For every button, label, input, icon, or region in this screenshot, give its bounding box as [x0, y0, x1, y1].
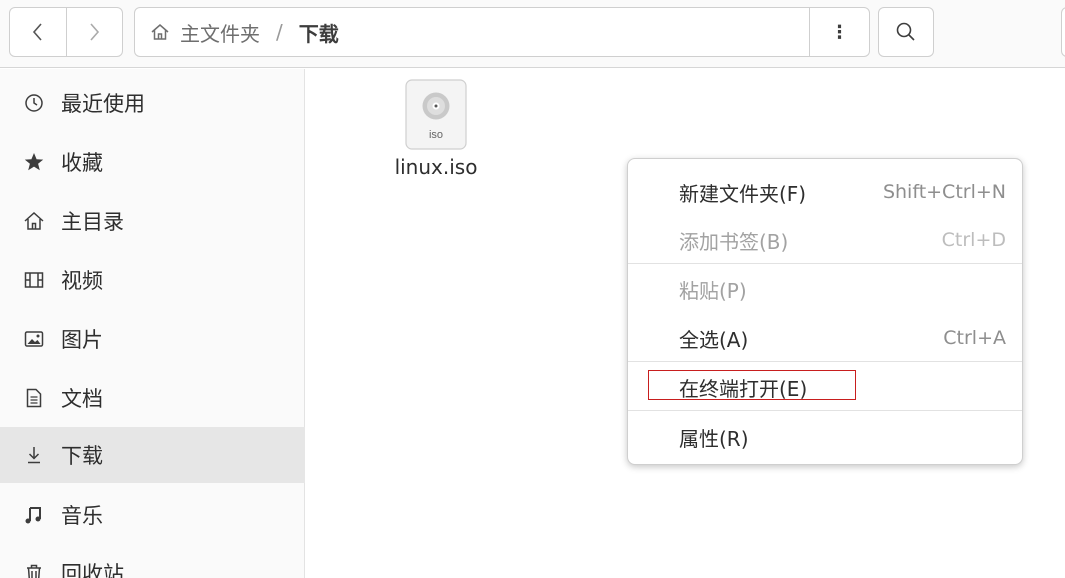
menu-item-label: 粘贴(P): [679, 278, 747, 303]
header-bar: 主文件夹 / 下载 ⋮: [0, 0, 1065, 68]
sidebar-item-label: 主目录: [61, 210, 124, 234]
sidebar-item-trash[interactable]: 回收站: [0, 545, 305, 578]
menu-item-add-bookmark[interactable]: 添加书签(B) Ctrl+D: [628, 218, 1022, 262]
sidebar-item-label: 下载: [61, 444, 103, 468]
clock-icon: [21, 90, 47, 116]
menu-item-label: 属性(R): [679, 426, 749, 451]
sidebar-item-label: 视频: [61, 269, 103, 293]
path-menu-button[interactable]: ⋮: [809, 8, 869, 56]
search-button[interactable]: [878, 7, 934, 57]
star-icon: [21, 149, 47, 175]
sidebar-item-recent[interactable]: 最近使用: [0, 75, 305, 131]
menu-item-select-all[interactable]: 全选(A) Ctrl+A: [628, 316, 1022, 360]
menu-item-new-folder[interactable]: 新建文件夹(F) Shift+Ctrl+N: [628, 170, 1022, 214]
context-menu: 新建文件夹(F) Shift+Ctrl+N 添加书签(B) Ctrl+D 粘贴(…: [627, 158, 1023, 465]
back-button[interactable]: [10, 8, 66, 56]
trash-icon: [21, 560, 47, 578]
sidebar-item-label: 回收站: [61, 562, 124, 578]
menu-separator: [628, 410, 1022, 411]
menu-item-shortcut: Shift+Ctrl+N: [882, 181, 1006, 203]
menu-item-label: 添加书签(B): [679, 229, 789, 254]
music-icon: [21, 502, 47, 528]
home-icon: [21, 208, 47, 234]
sidebar-item-pictures[interactable]: 图片: [0, 311, 305, 367]
sidebar-item-videos[interactable]: 视频: [0, 252, 305, 308]
menu-separator: [628, 263, 1022, 264]
path-current-folder[interactable]: 下载: [299, 18, 339, 47]
sidebar-item-downloads[interactable]: 下载: [0, 427, 305, 483]
svg-text:iso: iso: [429, 129, 443, 141]
menu-item-shortcut: Ctrl+D: [941, 229, 1006, 251]
sidebar-item-starred[interactable]: 收藏: [0, 134, 305, 190]
sidebar-item-label: 音乐: [61, 504, 103, 528]
view-options-button[interactable]: [1061, 7, 1065, 57]
film-icon: [21, 267, 47, 293]
menu-item-label: 全选(A): [679, 327, 749, 352]
file-name: linux.iso: [394, 155, 478, 179]
sidebar-item-label: 最近使用: [61, 92, 145, 116]
navigation-buttons: [9, 7, 123, 57]
file-item[interactable]: iso linux.iso: [386, 79, 486, 179]
path-home-button[interactable]: 主文件夹: [150, 18, 260, 47]
sidebar-item-label: 收藏: [61, 151, 103, 175]
highlight-annotation-box: [648, 370, 856, 400]
sidebar-item-home[interactable]: 主目录: [0, 193, 305, 249]
forward-button[interactable]: [65, 8, 123, 56]
path-separator: /: [276, 20, 283, 44]
chevron-right-icon: [90, 23, 100, 41]
document-icon: [21, 385, 47, 411]
picture-icon: [21, 326, 47, 352]
path-bar: 主文件夹 / 下载 ⋮: [134, 7, 870, 57]
sidebar-item-label: 文档: [61, 387, 103, 411]
sidebar-item-documents[interactable]: 文档: [0, 370, 305, 426]
menu-item-paste[interactable]: 粘贴(P): [628, 267, 1022, 311]
menu-separator: [628, 361, 1022, 362]
menu-item-properties[interactable]: 属性(R): [628, 415, 1022, 459]
download-icon: [21, 442, 47, 468]
sidebar-item-label: 图片: [61, 328, 103, 352]
chevron-left-icon: [32, 23, 42, 41]
search-icon: [896, 22, 915, 41]
sidebar: 最近使用 收藏 主目录 视频 图片 文档 下载 音乐 回收站: [0, 69, 305, 578]
disc-image-icon: iso: [405, 79, 467, 151]
vertical-dots-icon: ⋮: [830, 21, 849, 43]
sidebar-item-music[interactable]: 音乐: [0, 487, 305, 543]
path-home-label: 主文件夹: [180, 21, 260, 46]
home-icon: [151, 24, 169, 40]
menu-item-shortcut: Ctrl+A: [943, 327, 1006, 349]
menu-item-label: 新建文件夹(F): [679, 181, 807, 206]
